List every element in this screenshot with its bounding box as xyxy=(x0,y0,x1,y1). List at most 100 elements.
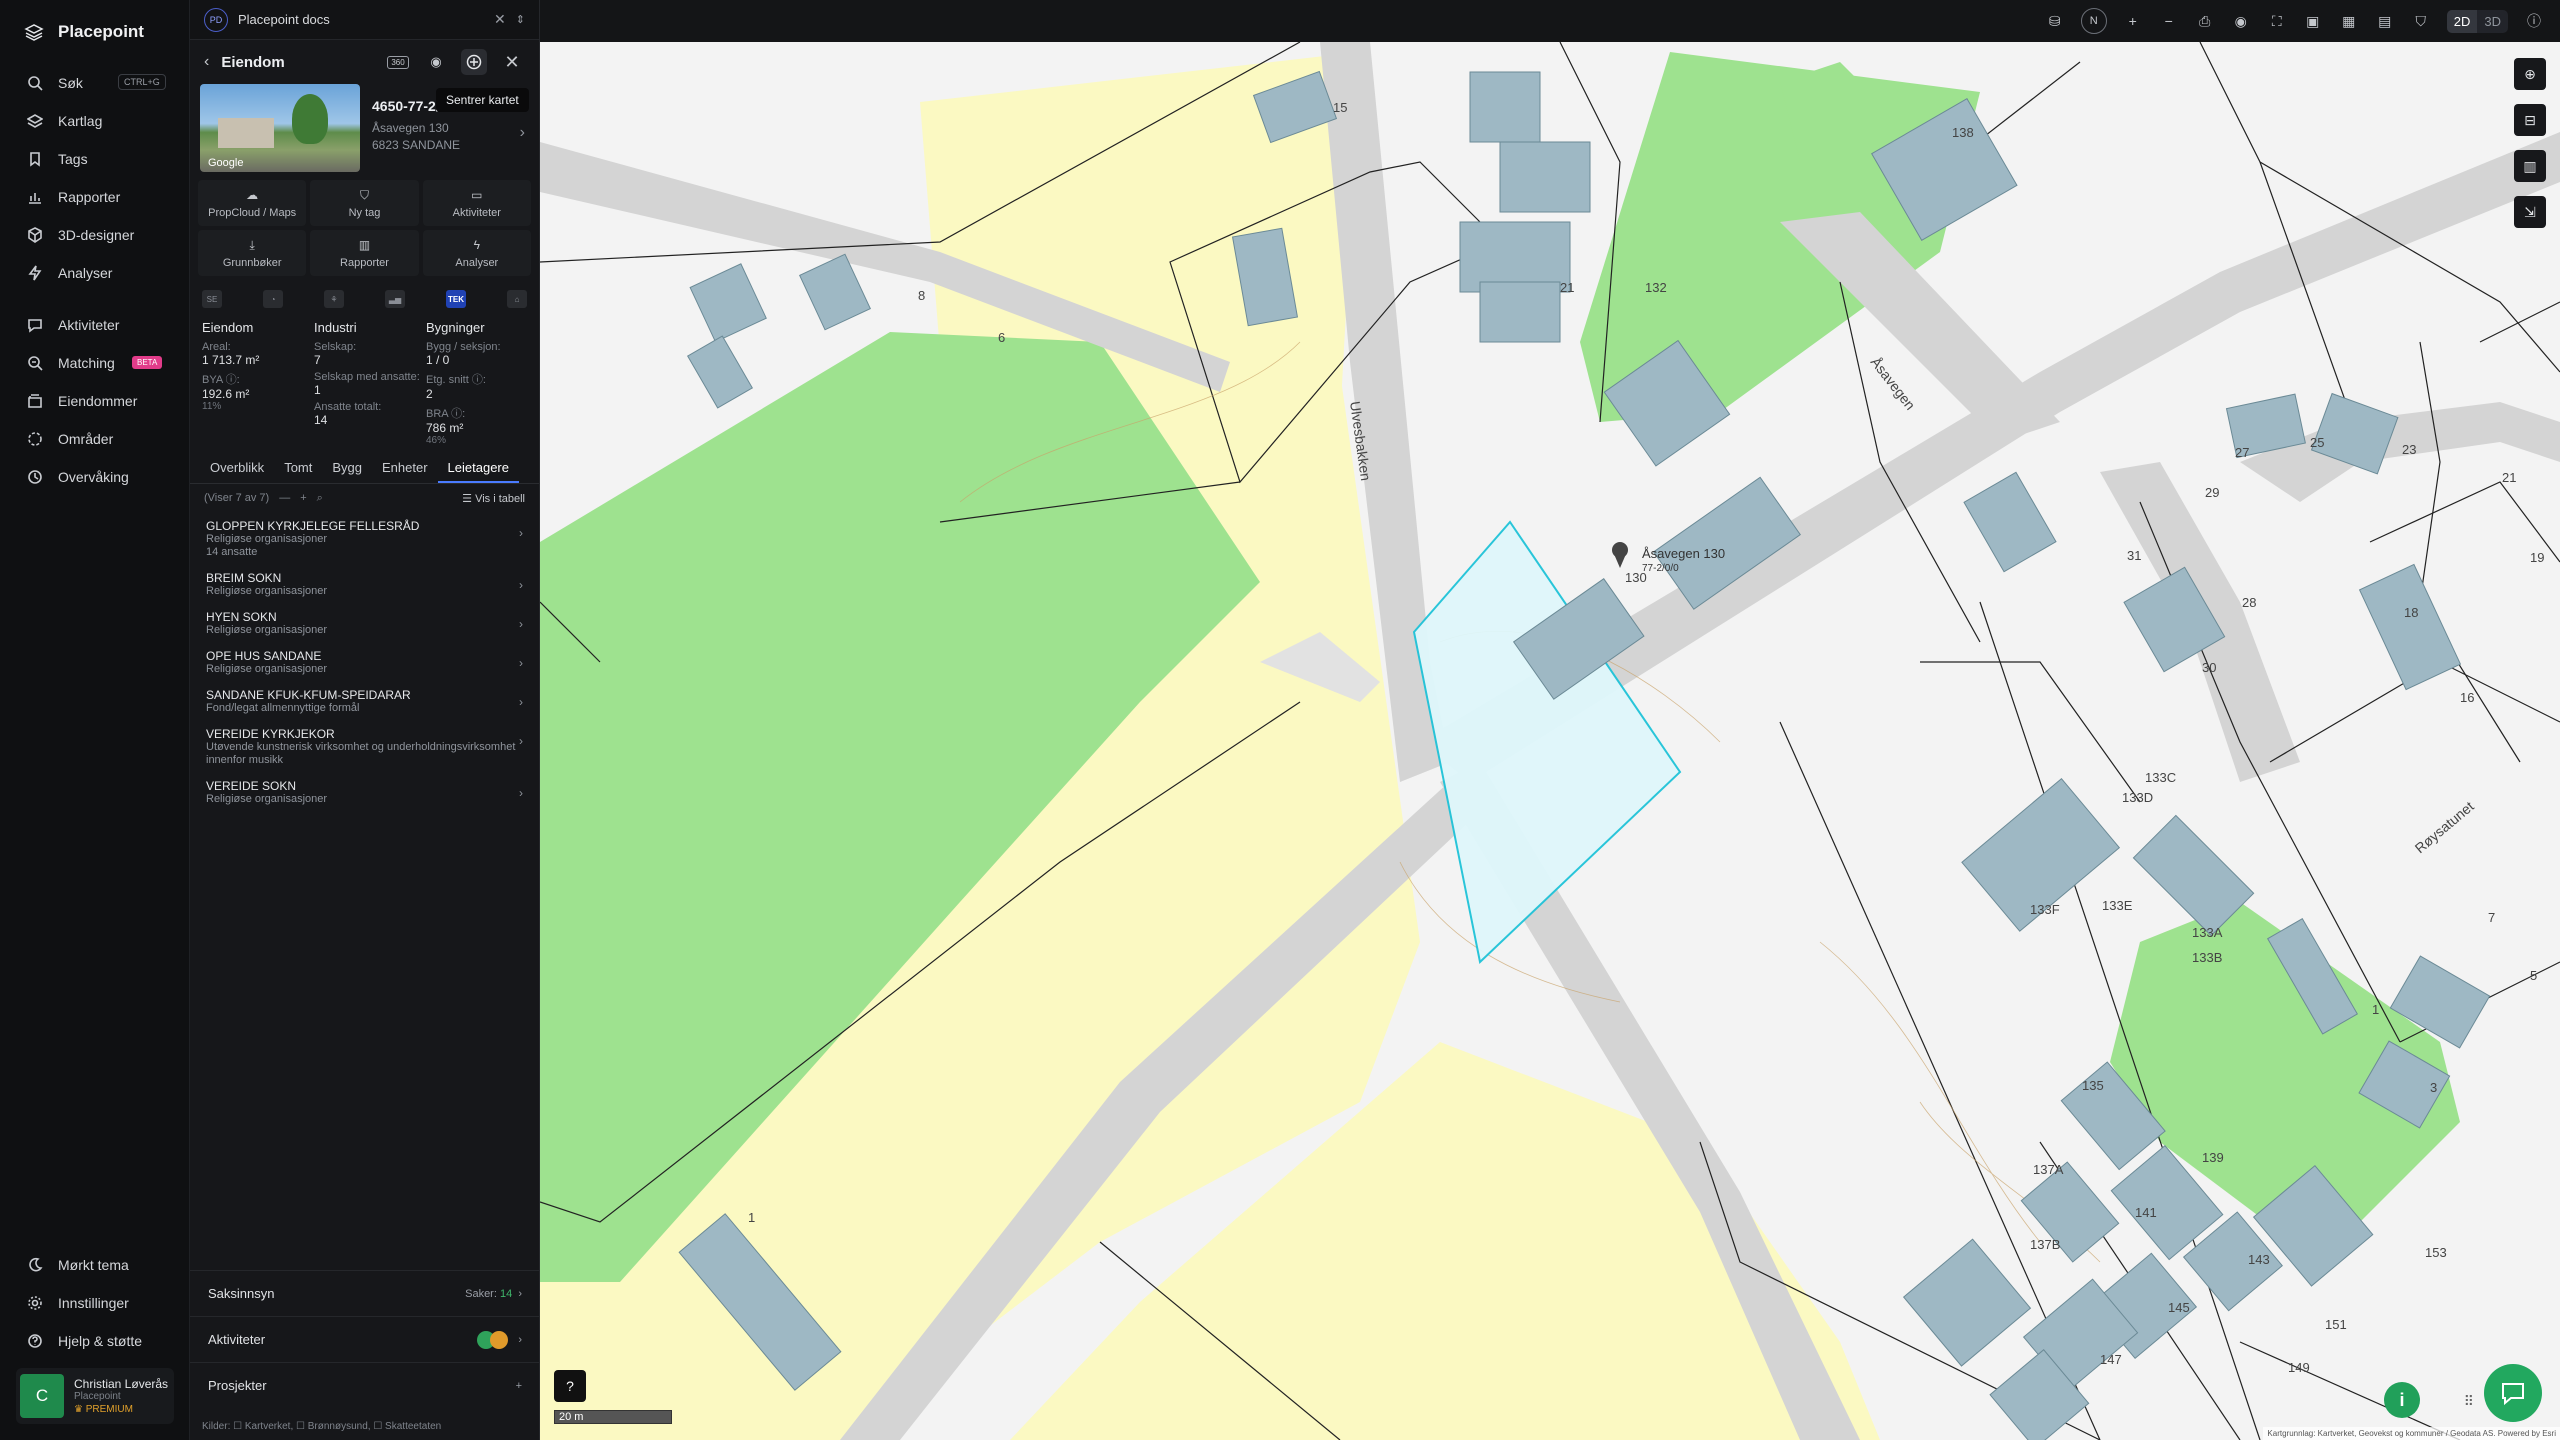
view-360-button[interactable]: 360 xyxy=(385,49,411,75)
document-tab[interactable]: PD Placepoint docs ✕ ⇕ xyxy=(190,0,539,40)
zoom-out-icon[interactable]: − xyxy=(2159,11,2179,31)
fullscreen-icon[interactable]: ⛶ xyxy=(2267,11,2287,31)
section-aktiviteter[interactable]: Aktiviteter › xyxy=(190,1316,540,1362)
chevron-right-icon: › xyxy=(519,526,523,540)
zoom-in-icon[interactable]: + xyxy=(2123,11,2143,31)
eye-icon[interactable]: ◉ xyxy=(2231,11,2251,31)
building-label: 139 xyxy=(2202,1150,2224,1165)
source-0-icon[interactable]: SE xyxy=(202,290,222,308)
camera-icon[interactable]: ▣ xyxy=(2303,11,2323,31)
back-icon[interactable]: ‹ xyxy=(204,53,209,71)
nav-item-3ddesigner[interactable]: 3D-designer xyxy=(0,216,189,254)
source-2-icon[interactable]: ⚘ xyxy=(324,290,344,308)
building-label: 141 xyxy=(2135,1205,2157,1220)
nav-item-omrader[interactable]: Områder xyxy=(0,420,189,458)
chat-button[interactable] xyxy=(2484,1364,2542,1422)
map-tool-elevation-icon[interactable]: ⇲ xyxy=(2514,196,2546,228)
map-svg[interactable]: Åsavegen 130 77-2/0/0 Åsavegen Ulvesbakk… xyxy=(540,42,2560,1440)
bookmark-icon[interactable]: ⛉ xyxy=(2411,11,2431,31)
list-item[interactable]: SANDANE KFUK-KFUM-SPEIDARAR Fond/legat al… xyxy=(190,681,539,720)
chevron-updown-icon[interactable]: ⇕ xyxy=(516,13,525,26)
map-canvas[interactable]: Åsavegen 130 77-2/0/0 Åsavegen Ulvesbakk… xyxy=(540,42,2560,1440)
nav-item-rapporter[interactable]: Rapporter xyxy=(0,178,189,216)
minus-icon[interactable]: — xyxy=(279,492,290,504)
action-ny-tag[interactable]: ⛉ Ny tag xyxy=(310,180,419,226)
stats-eiendom: Eiendom Areal: 1 713.7 m² BYA ⓘ: 192.6 m… xyxy=(202,320,314,446)
source-3-icon[interactable]: ▃▅ xyxy=(385,290,405,308)
building-label: 133F xyxy=(2030,902,2060,917)
plus-icon[interactable]: + xyxy=(300,492,306,504)
list-item[interactable]: GLOPPEN KYRKJELEGE FELLESRÅD Religiøse or… xyxy=(190,512,539,564)
tab-overblikk[interactable]: Overblikk xyxy=(200,456,274,483)
bya-value: 192.6 m² xyxy=(202,387,250,401)
map-tool-measure-icon[interactable]: ⊟ xyxy=(2514,104,2546,136)
list-item[interactable]: BREIM SOKN Religiøse organisasjoner › xyxy=(190,564,539,603)
action-rapporter[interactable]: ▥ Rapporter xyxy=(310,230,419,276)
map-tool-chart-icon[interactable]: ▥ xyxy=(2514,150,2546,182)
close-icon[interactable]: ✕ xyxy=(494,11,506,28)
nav-item-hjelp-sttte[interactable]: Hjelp & støtte xyxy=(0,1322,190,1360)
nav-item-analyser[interactable]: Analyser xyxy=(0,254,189,292)
nav-item-eiendommer[interactable]: Eiendommer xyxy=(0,382,189,420)
stats-bygninger-title: Bygninger xyxy=(426,320,485,335)
panel-title: Eiendom xyxy=(221,53,285,71)
source-5-icon[interactable]: ⌂ xyxy=(507,290,527,308)
brand[interactable]: Placepoint xyxy=(0,0,189,64)
chevron-right-icon: › xyxy=(519,695,523,709)
nav-item-tags[interactable]: Tags xyxy=(0,140,189,178)
action-analyser[interactable]: ϟ Analyser xyxy=(422,230,531,276)
help-icon[interactable]: ? xyxy=(554,1370,586,1402)
print-icon[interactable]: ⎙ xyxy=(2195,11,2215,31)
user-card[interactable]: C Christian Løverås Placepoint ♛ PREMIUM xyxy=(16,1368,174,1424)
etg-label: Etg. snitt ⓘ: xyxy=(426,374,486,386)
list-item[interactable]: VEREIDE KYRKJEKOR Utøvende kunstnerisk vi… xyxy=(190,720,539,772)
info-icon[interactable]: ⓘ xyxy=(2524,11,2544,31)
marker-sub: 77-2/0/0 xyxy=(1642,563,1679,574)
tab-enheter[interactable]: Enheter xyxy=(372,456,438,483)
panel-tabs: Overblikk Tomt Bygg Enheter Leietagere xyxy=(190,456,539,484)
nav-item-mrkt-tema[interactable]: Mørkt tema xyxy=(0,1246,190,1284)
nav-item-innstillinger[interactable]: Innstillinger xyxy=(0,1284,190,1322)
action-propcloud-maps[interactable]: ☁ PropCloud / Maps xyxy=(198,180,307,226)
drag-handle-icon[interactable]: ⠿ xyxy=(2464,1393,2474,1410)
tenant-name: SANDANE KFUK-KFUM-SPEIDARAR xyxy=(206,688,411,702)
action-grunnb-ker[interactable]: ⤓ Grunnbøker xyxy=(198,230,307,276)
compass-icon[interactable]: N xyxy=(2080,8,2107,34)
measure-icon[interactable]: ▤ xyxy=(2375,11,2395,31)
source-1-icon[interactable]: ◔ xyxy=(263,290,283,308)
map-info-button[interactable]: i xyxy=(2384,1382,2420,1418)
center-map-button[interactable] xyxy=(461,49,487,75)
nav-bottom: Mørkt tema Innstillinger Hjelp & støtte C … xyxy=(0,1246,190,1440)
list-item[interactable]: VEREIDE SOKN Religiøse organisasjoner › xyxy=(190,772,539,811)
action-aktiviteter[interactable]: ▭ Aktiviteter xyxy=(422,180,531,226)
section-saksinnsyn[interactable]: Saksinnsyn Saker: 14 › xyxy=(190,1270,540,1316)
section-prosjekter[interactable]: Prosjekter + xyxy=(190,1362,540,1408)
eye-icon[interactable]: ◉ xyxy=(423,49,449,75)
grid-icon[interactable]: ▦ xyxy=(2339,11,2359,31)
street-view-photo[interactable]: Google xyxy=(200,84,360,172)
nav-label: Kartlag xyxy=(58,113,103,129)
search-icon[interactable]: ⌕ xyxy=(317,492,323,505)
tab-bygg[interactable]: Bygg xyxy=(322,456,372,483)
source-4-icon[interactable]: TEK xyxy=(446,290,466,308)
list-item[interactable]: HYEN SOKN Religiøse organisasjoner › xyxy=(190,603,539,642)
tab-tomt[interactable]: Tomt xyxy=(274,456,322,483)
action-label: Analyser xyxy=(455,256,499,269)
nav-item-kartlag[interactable]: Kartlag xyxy=(0,102,189,140)
add-icon[interactable]: + xyxy=(516,1380,522,1392)
tab-leietagere[interactable]: Leietagere xyxy=(437,456,519,483)
nav-item-matching[interactable]: Matching BETA xyxy=(0,344,189,382)
chevron-right-icon[interactable]: › xyxy=(520,124,525,142)
building-label: 135 xyxy=(2082,1078,2104,1093)
nav-item-sk[interactable]: Søk CTRL+G xyxy=(0,64,189,102)
table-view-button[interactable]: ☰ Vis i tabell xyxy=(462,492,525,505)
tenant-name: VEREIDE KYRKJEKOR xyxy=(206,727,335,741)
list-item[interactable]: OPE HUS SANDANE Religiøse organisasjoner › xyxy=(190,642,539,681)
nav-item-overvaking[interactable]: Overvåking xyxy=(0,458,189,496)
layers-toggle-icon[interactable]: ⛁ xyxy=(2045,11,2065,31)
nav-item-aktiviteter[interactable]: Aktiviteter xyxy=(0,306,189,344)
close-panel-button[interactable]: ✕ xyxy=(499,49,525,75)
mode-3d-button[interactable]: 3D xyxy=(2477,10,2508,33)
mode-2d-button[interactable]: 2D xyxy=(2446,9,2478,33)
map-tool-search-icon[interactable]: ⊕ xyxy=(2514,58,2546,90)
